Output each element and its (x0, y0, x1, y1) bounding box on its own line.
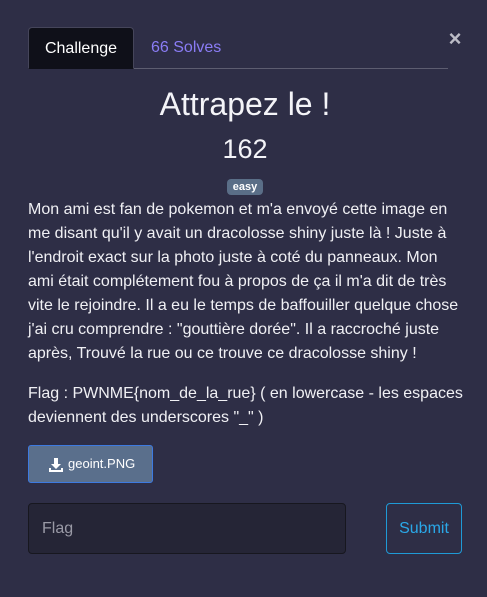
submit-button[interactable]: Submit (386, 503, 462, 554)
file-name: geoint.PNG (68, 456, 136, 471)
download-icon (49, 458, 63, 472)
difficulty-badge: easy (227, 179, 263, 195)
tab-bar: Challenge 66 Solves (28, 27, 448, 69)
flag-input[interactable] (28, 503, 346, 554)
tab-challenge[interactable]: Challenge (28, 27, 134, 69)
challenge-points: 162 (222, 134, 268, 164)
download-file-button[interactable]: geoint.PNG (28, 445, 153, 483)
flag-format-text: Flag : PWNME{nom_de_la_rue} ( en lowerca… (28, 385, 463, 426)
tab-solves[interactable]: 66 Solves (134, 27, 238, 68)
close-button[interactable]: × (446, 28, 464, 50)
challenge-title: Attrapez le ! (159, 86, 331, 122)
challenge-description: Mon ami est fan de pokemon et m'a envoyé… (28, 201, 459, 362)
